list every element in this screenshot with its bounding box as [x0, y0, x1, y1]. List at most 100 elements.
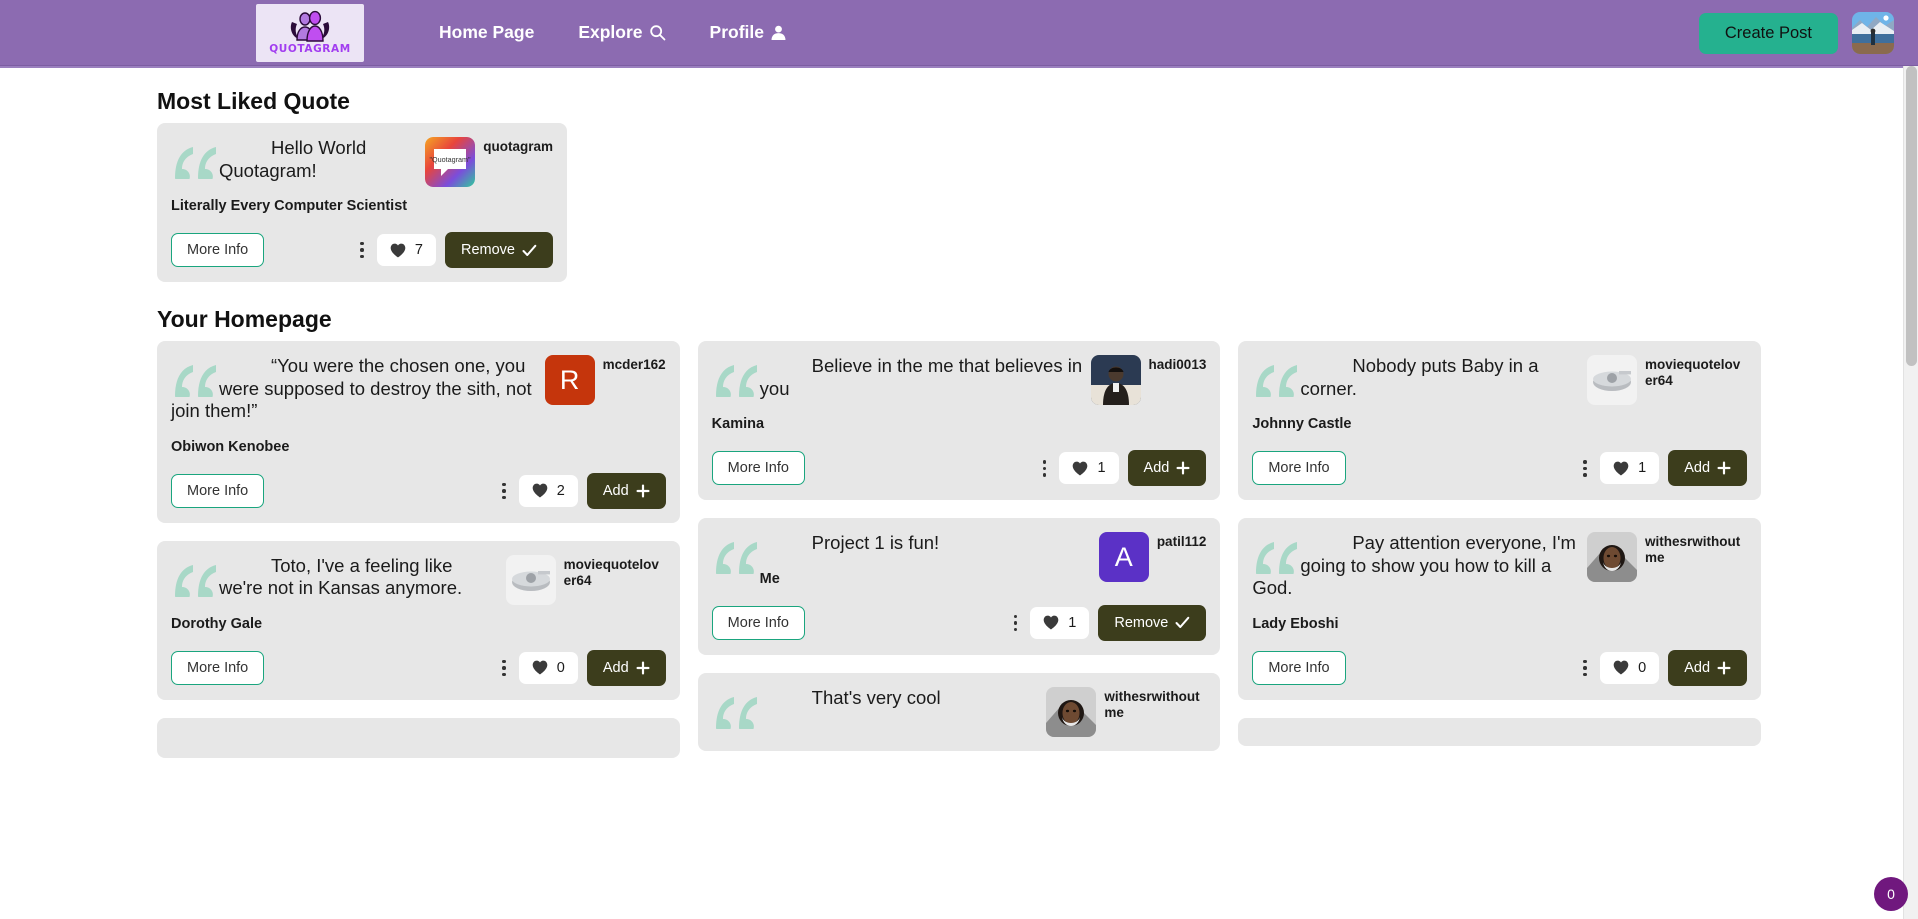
add-button[interactable]: Add: [1668, 450, 1747, 486]
quote-wrap: Nobody puts Baby in a corner. Johnny Cas…: [1252, 355, 1579, 432]
card-actions: More Info 7 Remove: [171, 232, 553, 268]
like-button[interactable]: 7: [377, 234, 436, 266]
quote-author: Literally Every Computer Scientist: [171, 198, 417, 214]
like-count: 0: [1638, 660, 1646, 676]
plus-icon: [1717, 661, 1731, 675]
quote-card: Project 1 is fun! Me A patil112 More Inf…: [698, 518, 1221, 655]
nav-links: Home Page Explore Profile: [439, 22, 787, 43]
your-homepage-title: Your Homepage: [157, 306, 1918, 333]
kebab-menu-icon[interactable]: [1033, 460, 1055, 477]
heart-icon: [1613, 660, 1629, 675]
card-top: Toto, I've a feeling like we're not in K…: [171, 555, 666, 632]
more-info-button[interactable]: More Info: [712, 451, 805, 485]
grid-column-3: Nobody puts Baby in a corner. Johnny Cas…: [1238, 341, 1761, 746]
kebab-menu-icon[interactable]: [1574, 460, 1596, 477]
like-count: 1: [1068, 615, 1076, 631]
notification-badge[interactable]: 0: [1874, 877, 1908, 911]
navbar-avatar[interactable]: [1852, 12, 1894, 54]
add-button-label: Add: [1684, 460, 1710, 476]
like-count: 0: [557, 660, 565, 676]
featured-section: Hello World Quotagram! Literally Every C…: [0, 123, 1918, 282]
add-button[interactable]: Add: [587, 473, 666, 509]
page-scrollbar[interactable]: [1903, 66, 1918, 919]
poster-info[interactable]: R mcder162: [545, 355, 666, 405]
card-actions: More Info 1 Remove: [712, 605, 1207, 641]
card-top: Believe in the me that believes in you K…: [712, 355, 1207, 432]
like-button[interactable]: 1: [1059, 452, 1118, 484]
create-post-button[interactable]: Create Post: [1699, 13, 1838, 54]
quote-card-partial: [1238, 718, 1761, 746]
search-icon: [649, 24, 666, 41]
add-button-label: Add: [603, 483, 629, 499]
kebab-menu-icon[interactable]: [493, 483, 515, 500]
poster-username: hadi0013: [1149, 355, 1207, 373]
kebab-menu-icon[interactable]: [493, 660, 515, 677]
quote-text: Nobody puts Baby in a corner.: [1252, 355, 1579, 400]
poster-info[interactable]: moviequotelover64: [506, 555, 666, 605]
navbar-right: Create Post: [1699, 0, 1894, 66]
like-button[interactable]: 0: [1600, 652, 1659, 684]
poster-info[interactable]: "Quotagram" quotagram: [425, 137, 553, 187]
poster-avatar: [1587, 532, 1637, 582]
poster-info[interactable]: A patil112: [1099, 532, 1207, 582]
more-info-button[interactable]: More Info: [171, 474, 264, 508]
add-button[interactable]: Add: [1668, 650, 1747, 686]
quote-text: “You were the chosen one, you were suppo…: [171, 355, 537, 423]
plus-icon: [636, 484, 650, 498]
poster-avatar: [1046, 687, 1096, 737]
quote-author: Dorothy Gale: [171, 616, 498, 632]
remove-button[interactable]: Remove: [445, 232, 553, 268]
add-button[interactable]: Add: [1128, 450, 1207, 486]
card-top: Project 1 is fun! Me A patil112: [712, 532, 1207, 587]
like-button[interactable]: 1: [1600, 452, 1659, 484]
quote-text: That's very cool: [712, 687, 1039, 710]
card-actions: More Info 1 Add: [1252, 450, 1747, 486]
like-button[interactable]: 1: [1030, 607, 1089, 639]
remove-button[interactable]: Remove: [1098, 605, 1206, 641]
two-people-icon: [286, 10, 334, 44]
more-info-button[interactable]: More Info: [1252, 451, 1345, 485]
poster-info[interactable]: moviequotelover64: [1587, 355, 1747, 405]
scrollbar-thumb[interactable]: [1906, 66, 1917, 366]
more-info-button[interactable]: More Info: [171, 651, 264, 685]
poster-info[interactable]: withesrwithoutme: [1046, 687, 1206, 737]
heart-icon: [1072, 461, 1088, 476]
kebab-menu-icon[interactable]: [1574, 660, 1596, 677]
kebab-menu-icon[interactable]: [351, 242, 373, 259]
like-button[interactable]: 2: [519, 475, 578, 507]
heart-icon: [1613, 461, 1629, 476]
quote-author: Johnny Castle: [1252, 416, 1579, 432]
nav-home-page-label: Home Page: [439, 22, 534, 43]
poster-username: withesrwithoutme: [1645, 532, 1747, 566]
more-info-button[interactable]: More Info: [1252, 651, 1345, 685]
heart-icon: [1043, 615, 1059, 630]
check-icon: [522, 244, 537, 257]
nav-item-profile[interactable]: Profile: [710, 22, 787, 43]
brand-logo[interactable]: QUOTAGRAM: [256, 4, 364, 62]
nav-explore-label: Explore: [578, 22, 642, 43]
poster-avatar: A: [1099, 532, 1149, 582]
add-button[interactable]: Add: [587, 650, 666, 686]
nav-item-explore[interactable]: Explore: [578, 22, 665, 43]
poster-info[interactable]: withesrwithoutme: [1587, 532, 1747, 582]
quote-text: Project 1 is fun!: [712, 532, 1091, 555]
nav-item-home-page[interactable]: Home Page: [439, 22, 534, 43]
poster-avatar: R: [545, 355, 595, 405]
like-count: 1: [1097, 460, 1105, 476]
quote-wrap: Project 1 is fun! Me: [712, 532, 1091, 587]
card-actions: More Info 2 Add: [171, 473, 666, 509]
avatar-letter: A: [1099, 532, 1149, 582]
poster-username: quotagram: [483, 137, 553, 155]
like-button[interactable]: 0: [519, 652, 578, 684]
like-count: 2: [557, 483, 565, 499]
more-info-button[interactable]: More Info: [171, 233, 264, 267]
quote-card: “You were the chosen one, you were suppo…: [157, 341, 680, 523]
quote-card: Pay attention everyone, I'm going to sho…: [1238, 518, 1761, 700]
quote-wrap: Hello World Quotagram! Literally Every C…: [171, 137, 417, 214]
card-top: “You were the chosen one, you were suppo…: [171, 355, 666, 455]
plus-icon: [1717, 461, 1731, 475]
more-info-button[interactable]: More Info: [712, 606, 805, 640]
add-button-label: Add: [1684, 660, 1710, 676]
kebab-menu-icon[interactable]: [1004, 615, 1026, 632]
poster-info[interactable]: hadi0013: [1091, 355, 1207, 405]
